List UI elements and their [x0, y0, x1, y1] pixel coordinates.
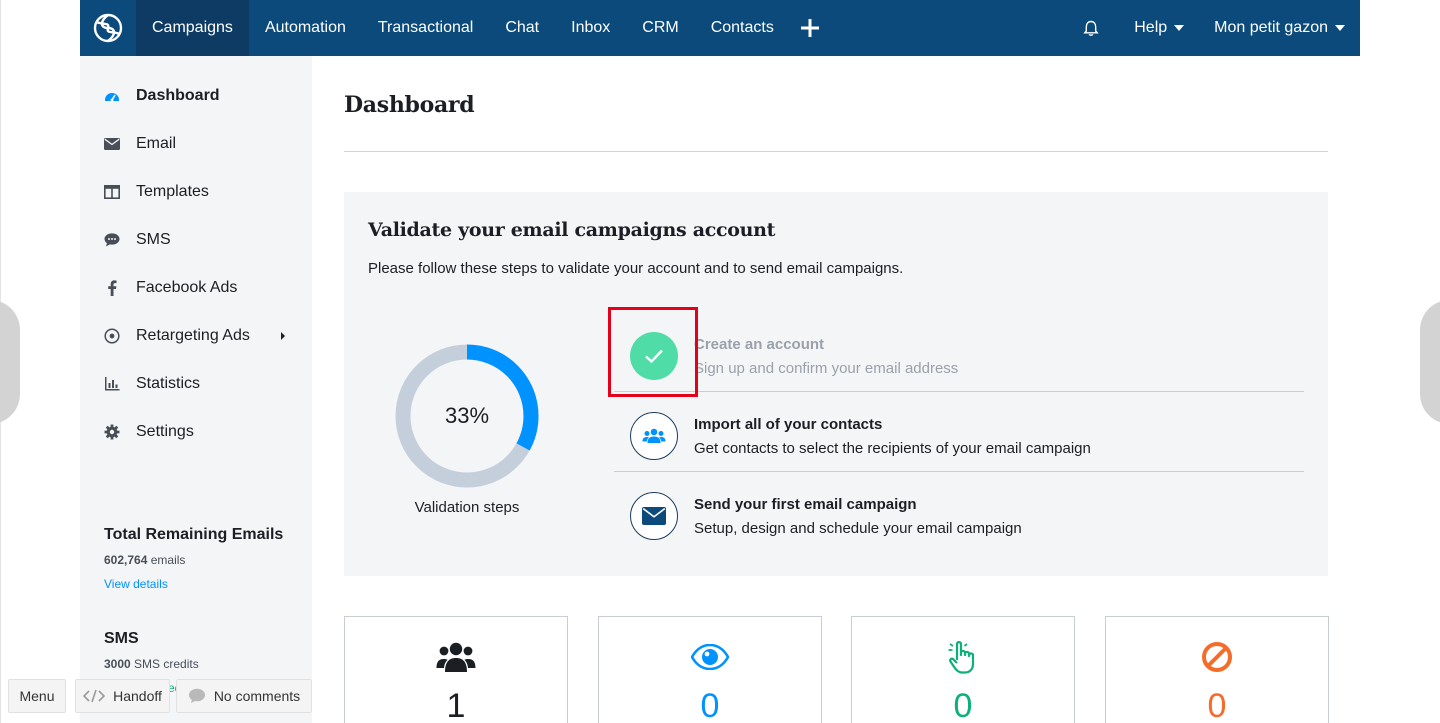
- sidebar-item-label: Retargeting Ads: [136, 327, 250, 344]
- envelope-icon: [104, 136, 120, 152]
- step-subtitle: Sign up and confirm your email address: [694, 360, 959, 377]
- sidebar-item-settings[interactable]: Settings: [104, 420, 194, 444]
- sidebar-item-sms[interactable]: SMS: [104, 228, 171, 252]
- step-title: Create an account: [694, 336, 825, 353]
- plus-icon[interactable]: [790, 0, 830, 56]
- stat-value: 0: [953, 687, 973, 723]
- sidebar-item-label: Statistics: [136, 375, 201, 392]
- submenu-arrow-icon: [281, 332, 285, 340]
- bar-chart-icon: [104, 376, 120, 392]
- sidebar-item-statistics[interactable]: Statistics: [104, 372, 200, 396]
- account-dropdown[interactable]: Mon petit gazon: [1199, 0, 1360, 56]
- stat-card-opens[interactable]: 0: [598, 616, 822, 723]
- templates-icon: [104, 184, 120, 200]
- stat-value: 0: [700, 687, 720, 723]
- stat-card-blocked[interactable]: 0: [1105, 616, 1329, 723]
- envelope-icon: [630, 492, 678, 540]
- page-title: Dashboard: [344, 92, 475, 118]
- stat-value: 1: [446, 687, 466, 723]
- comments-button[interactable]: No comments: [176, 679, 312, 713]
- emails-count-unit: emails: [150, 553, 186, 567]
- progress-percent: 33%: [444, 403, 490, 428]
- facebook-icon: [104, 280, 120, 296]
- contacts-group-icon: [345, 637, 567, 677]
- sidebar-item-templates[interactable]: Templates: [104, 180, 209, 204]
- handoff-button[interactable]: Handoff: [75, 679, 170, 713]
- sidebar-item-label: Dashboard: [136, 87, 220, 104]
- dashboard-icon: [104, 88, 120, 104]
- target-icon: [104, 328, 120, 344]
- validate-card-description: Please follow these steps to validate yo…: [368, 260, 904, 277]
- code-icon: [83, 689, 106, 703]
- top-navigation: Campaigns Automation Transactional Chat …: [80, 0, 1360, 56]
- title-divider: [344, 151, 1328, 152]
- remaining-emails-count: 602,764 emails: [104, 553, 185, 567]
- nav-inbox[interactable]: Inbox: [555, 0, 626, 56]
- sms-count-unit: SMS credits: [134, 657, 199, 671]
- nav-automation[interactable]: Automation: [249, 0, 362, 56]
- step-subtitle: Get contacts to select the recipients of…: [694, 440, 1091, 457]
- chevron-down-icon: [1335, 25, 1345, 31]
- sms-count-value: 3000: [104, 657, 131, 671]
- step-subtitle: Setup, design and schedule your email ca…: [694, 520, 1022, 537]
- sidebar-item-email[interactable]: Email: [104, 132, 176, 156]
- sms-credits-count: 3000 SMS credits: [104, 657, 199, 671]
- step-title: Send your first email campaign: [694, 496, 917, 513]
- handoff-label: Handoff: [113, 688, 162, 704]
- sidebar-item-label: SMS: [136, 231, 171, 248]
- sidebar-item-dashboard[interactable]: Dashboard: [104, 84, 220, 108]
- sidebar: Dashboard Email Templates SMS Facebook A…: [80, 56, 312, 723]
- sidebar-item-retargeting-ads[interactable]: Retargeting Ads: [104, 324, 294, 348]
- emails-count-value: 602,764: [104, 553, 148, 567]
- remaining-emails-title: Total Remaining Emails: [104, 526, 284, 543]
- validate-account-card: Validate your email campaigns account Pl…: [344, 192, 1328, 576]
- sendinblue-logo-icon[interactable]: [80, 0, 136, 56]
- sidebar-item-facebook-ads[interactable]: Facebook Ads: [104, 276, 237, 300]
- stat-card-contacts[interactable]: 1: [344, 616, 568, 723]
- sms-credits-title: SMS: [104, 630, 139, 647]
- screenshot-stage: Campaigns Automation Transactional Chat …: [0, 0, 1440, 723]
- contacts-group-icon: [630, 412, 678, 460]
- help-label: Help: [1134, 19, 1168, 36]
- comments-label: No comments: [213, 688, 301, 704]
- app-window: Campaigns Automation Transactional Chat …: [80, 0, 1360, 723]
- nav-campaigns[interactable]: Campaigns: [136, 0, 249, 56]
- gear-icon: [104, 424, 120, 440]
- eye-icon: [599, 637, 821, 677]
- help-dropdown[interactable]: Help: [1119, 0, 1199, 56]
- nav-chat[interactable]: Chat: [489, 0, 555, 56]
- blocked-icon: [1106, 637, 1328, 677]
- bell-icon[interactable]: [1071, 0, 1111, 56]
- validate-card-title: Validate your email campaigns account: [368, 219, 776, 241]
- stat-value: 0: [1207, 687, 1227, 723]
- progress-caption: Validation steps: [414, 499, 520, 516]
- step-title: Import all of your contacts: [694, 416, 883, 433]
- sms-bubble-icon: [104, 232, 120, 248]
- highlight-annotation-box: [608, 307, 698, 397]
- next-slide-handle[interactable]: [1420, 300, 1440, 424]
- account-label: Mon petit gazon: [1214, 19, 1328, 36]
- nav-crm[interactable]: CRM: [626, 0, 694, 56]
- menu-button[interactable]: Menu: [8, 679, 66, 713]
- chevron-down-icon: [1174, 25, 1185, 31]
- view-details-link[interactable]: View details: [104, 577, 168, 591]
- sidebar-item-label: Settings: [136, 423, 194, 440]
- nav-contacts[interactable]: Contacts: [695, 0, 790, 56]
- nav-right-group: Help Mon petit gazon: [1071, 0, 1360, 56]
- comment-bubble-icon: [188, 688, 206, 704]
- stat-card-clicks[interactable]: 0: [851, 616, 1075, 723]
- sidebar-item-label: Email: [136, 135, 177, 152]
- sidebar-item-label: Templates: [136, 183, 209, 200]
- prev-slide-handle[interactable]: [0, 300, 20, 424]
- pointer-hand-icon: [852, 637, 1074, 677]
- step-send-first-campaign[interactable]: Send your first email campaign Setup, de…: [614, 472, 1304, 552]
- step-create-account[interactable]: Create an account Sign up and confirm yo…: [614, 312, 1304, 392]
- sidebar-item-label: Facebook Ads: [136, 279, 238, 296]
- nav-transactional[interactable]: Transactional: [362, 0, 489, 56]
- step-import-contacts[interactable]: Import all of your contacts Get contacts…: [614, 392, 1304, 472]
